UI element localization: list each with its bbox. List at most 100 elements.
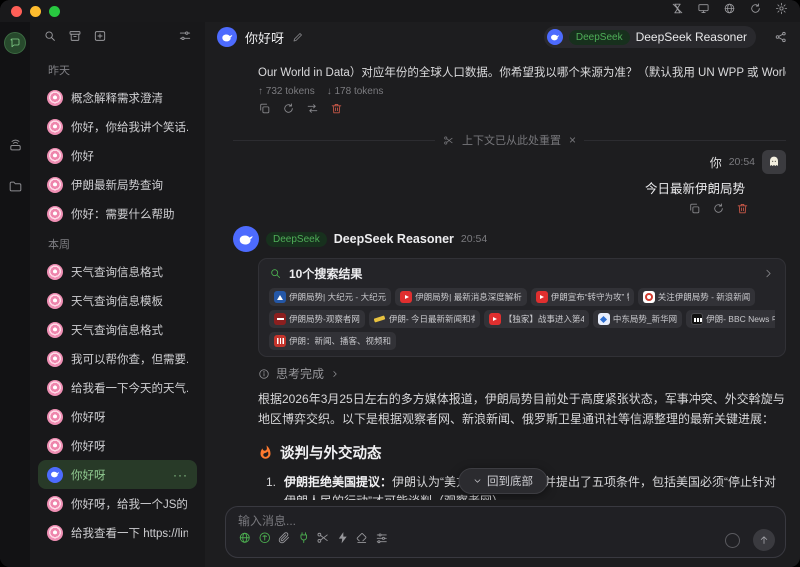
back-to-bottom-button[interactable]: 回到底部 [458,468,547,494]
search-result-chip[interactable]: 关注伊朗局势 - 新浪新闻 [637,288,756,306]
scissors-icon[interactable] [316,531,330,550]
sina-news-favicon [642,291,655,303]
sidebar-item[interactable]: 你好 [38,141,197,170]
close-window-button[interactable] [11,5,22,17]
gear-icon[interactable] [775,2,788,20]
list-item-title: 伊朗拒绝美国提议： [284,474,393,489]
tokens-up: ↑ 732 tokens [258,86,315,97]
chip-label: 伊朗- 今日最新新闻和有关讨 [388,314,475,324]
search-icon[interactable] [43,29,57,48]
zoom-window-button[interactable] [49,5,60,17]
search-result-chip[interactable]: 伊朗宣布“转守为攻” 特朗普将 [530,288,634,306]
section-label: 本周 [48,239,70,251]
emoji-avatar [47,292,63,309]
archive-icon[interactable] [68,29,82,48]
regenerate-icon[interactable] [282,102,295,120]
chip-label: 伊朗：新闻、播客、视频和 [289,336,392,346]
sidebar-item-label: 你好呀 [71,411,106,424]
send-button[interactable] [753,529,775,551]
chip-label: 伊朗宣布“转守为攻” 特朗普将 [550,292,629,302]
sidebar-item[interactable]: 你好，你给我讲个笑话... [38,112,197,141]
message-input[interactable] [238,514,775,528]
delete-icon[interactable] [736,202,749,220]
search-result-chip[interactable]: 伊朗- BBC News 中文 [686,310,775,328]
emoji-avatar [47,350,63,367]
sidebar-item[interactable]: 给我看一下今天的天气... [38,373,197,402]
attachment-icon[interactable] [277,531,291,550]
close-icon[interactable]: × [569,133,576,147]
delete-icon[interactable] [330,102,343,120]
back-to-bottom-label: 回到底部 [487,476,533,488]
assistants-nav-chat-icon[interactable] [4,32,26,54]
user-name: 你 [709,155,722,170]
search-result-chip[interactable]: 伊朗局势| 最新消息深度解析 [395,288,527,306]
search-result-chip[interactable]: 伊朗局势| 大纪元 - 大纪元 [269,288,392,306]
sidebar-item[interactable]: 给我查看一下 https://lin... [38,518,197,547]
globe-icon[interactable] [723,2,736,20]
composer [225,506,786,558]
swap-model-icon[interactable] [306,102,319,120]
emoji-avatar [47,176,63,193]
new-chat-icon[interactable] [93,29,107,48]
sidebar-item-label: 给我查看一下 https://lin... [71,527,188,540]
edit-title-pencil-icon[interactable] [292,31,304,43]
chip-label: 中东局势_新华网 [612,314,678,324]
sidebar-item[interactable]: 天气查询信息模板 [38,286,197,315]
sidebar-item-label: 你好：需要什么帮助 [71,208,175,221]
titlebar [0,0,800,22]
refresh-icon[interactable] [749,2,762,20]
knowledge-base-icon[interactable] [258,531,272,550]
folder-icon[interactable] [8,179,23,194]
divider-label: 上下文已从此处重置 [462,135,561,147]
radio-device-icon[interactable] [8,138,23,153]
model-selector[interactable]: DeepSeek DeepSeek Reasoner [543,26,756,48]
eraser-icon[interactable] [355,531,369,550]
copy-icon[interactable] [258,102,271,120]
web-search-icon[interactable] [238,531,252,550]
user-message: 你 20:54 今日最新伊朗局势 [233,150,786,220]
emoji-avatar [47,379,63,396]
list-number: 1. [266,474,277,489]
monitor-icon[interactable] [697,2,710,20]
emoji-avatar [47,495,63,512]
sidebar-item[interactable]: 你好：需要什么帮助 [38,199,197,228]
search-results-card[interactable]: 10个搜索结果 伊朗局势| 大纪元 - 大纪元 伊朗局势| 最新消息深度解析 伊… [258,258,786,357]
sidebar-item[interactable]: 我可以帮你查，但需要... [38,344,197,373]
search-result-chip[interactable]: 伊朗局势-观察者网 [269,310,365,328]
search-result-chip[interactable]: 伊朗：新闻、播客、视频和 [269,332,397,350]
voice-circle-icon[interactable] [725,532,740,548]
token-usage: ↑ 732 tokens ↓ 178 tokens [258,86,786,97]
quick-phrase-lightning-icon[interactable] [336,531,350,550]
sidebar-item[interactable]: 天气查询信息格式 [38,257,197,286]
regenerate-icon[interactable] [712,202,725,220]
search-icon [269,267,282,280]
thinking-status[interactable]: 思考完成 [258,365,786,382]
settings-sliders-icon[interactable] [375,531,389,550]
share-icon[interactable] [774,30,788,44]
search-result-chip[interactable]: 【独家】战事进入第4周! 美 [483,310,589,328]
section-heading: 谈判与外交动态 [258,442,786,463]
message-actions [258,102,786,120]
copy-icon[interactable] [688,202,701,220]
sidebar-item[interactable]: 你好呀 [38,431,197,460]
sidebar-item[interactable]: 天气查询信息格式 [38,315,197,344]
sidebar-item-selected[interactable]: 你好呀 ··· [38,460,197,489]
search-result-chip[interactable]: 中东局势_新华网 [592,310,683,328]
assistant-message-previous: Our World in Data）对应年份的全球人口数据。你希望我以哪个来源为… [233,64,786,120]
hourglass-off-icon[interactable] [671,2,684,20]
chevron-right-icon[interactable] [762,267,775,280]
search-result-chip[interactable]: 伊朗- 今日最新新闻和有关讨 [368,310,480,328]
sidebar-item[interactable]: 你好呀，给我一个JS的... [38,489,197,518]
mcp-plug-icon[interactable] [297,531,311,550]
more-options-icon[interactable]: ··· [173,468,188,482]
sidebar-item[interactable]: 概念解释需求澄清 [38,83,197,112]
sort-settings-icon[interactable] [178,29,192,48]
sidebar: 昨天 概念解释需求澄清 你好，你给我讲个笑话... 你好 伊朗最新局势查询 你好… [30,22,205,567]
sidebar-item[interactable]: 伊朗最新局势查询 [38,170,197,199]
minimize-window-button[interactable] [30,5,41,17]
emoji-avatar [47,205,63,222]
sidebar-item-label: 伊朗最新局势查询 [71,179,163,192]
sidebar-item[interactable]: 你好呀 [38,402,197,431]
timestamp: 20:54 [728,156,755,168]
youtube-favicon [400,291,413,303]
